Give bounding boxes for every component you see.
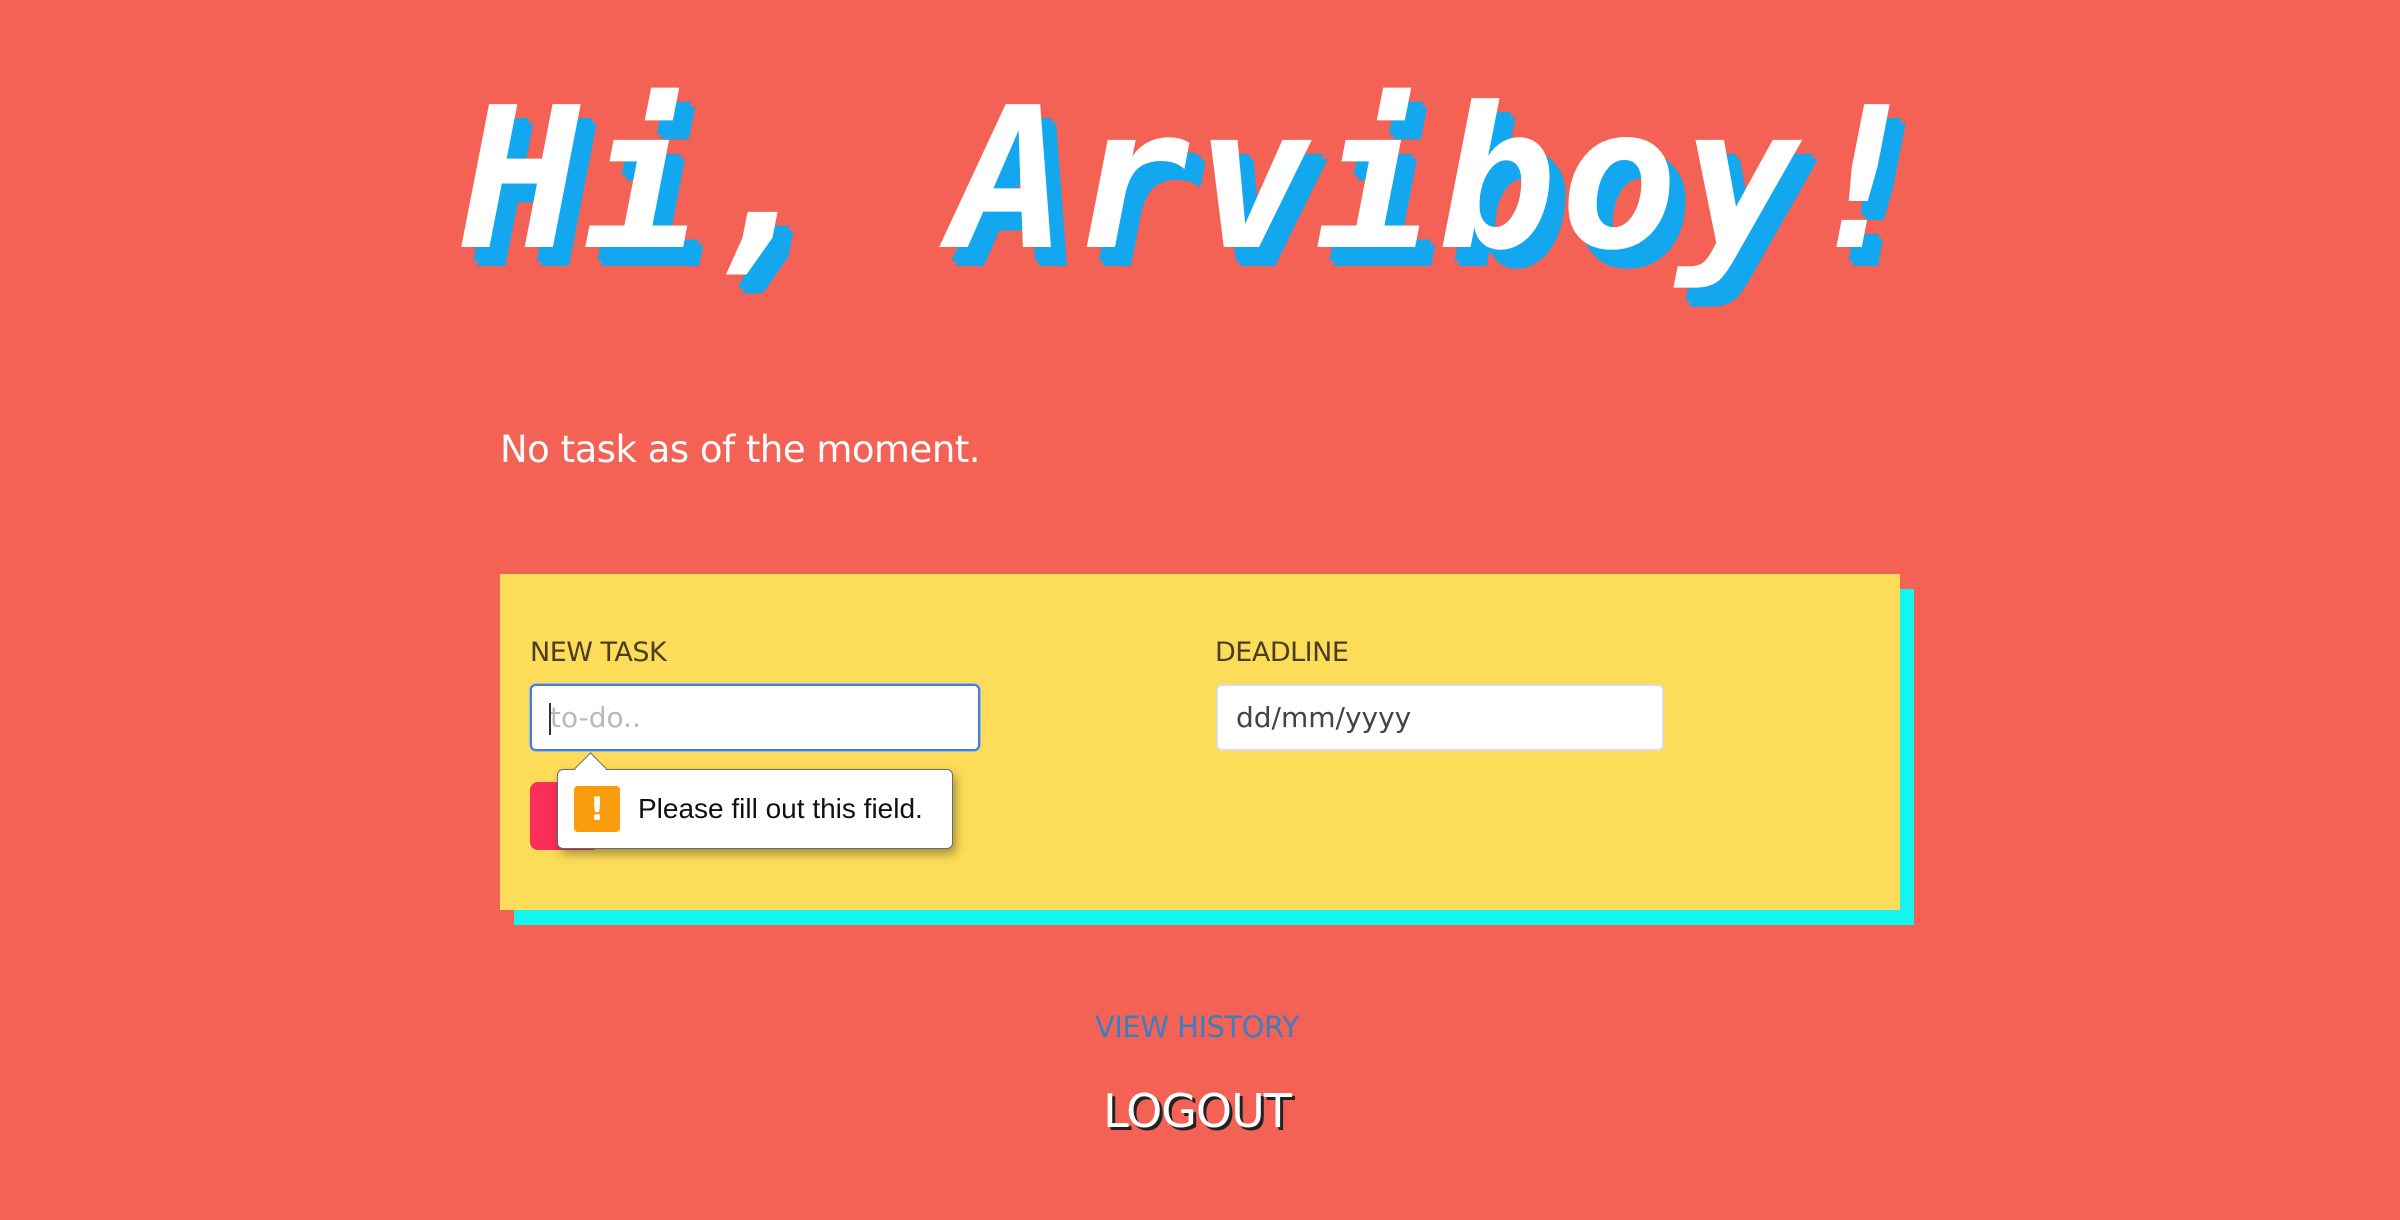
new-task-placeholder: to-do.. — [550, 701, 641, 734]
greeting-heading: Hi, Arviboy! — [461, 66, 1927, 294]
deadline-date-input[interactable]: dd/mm/yyyy — [1216, 684, 1664, 751]
deadline-placeholder: dd/mm/yyyy — [1236, 701, 1412, 734]
warning-icon: ! — [574, 786, 620, 832]
new-task-input[interactable]: to-do.. — [530, 684, 980, 751]
new-task-label: NEW TASK — [530, 637, 667, 668]
validation-message: Please fill out this field. — [638, 793, 923, 824]
empty-tasks-message: No task as of the moment. — [500, 428, 981, 471]
text-caret — [549, 703, 551, 735]
page: Hi, Arviboy! No task as of the moment. N… — [0, 0, 2400, 1220]
deadline-label: DEADLINE — [1215, 637, 1349, 668]
logout-link[interactable]: LOGOUT — [0, 1084, 2397, 1138]
view-history-link[interactable]: VIEW HISTORY — [0, 1010, 2397, 1044]
validation-tooltip: ! Please fill out this field. — [557, 752, 953, 849]
